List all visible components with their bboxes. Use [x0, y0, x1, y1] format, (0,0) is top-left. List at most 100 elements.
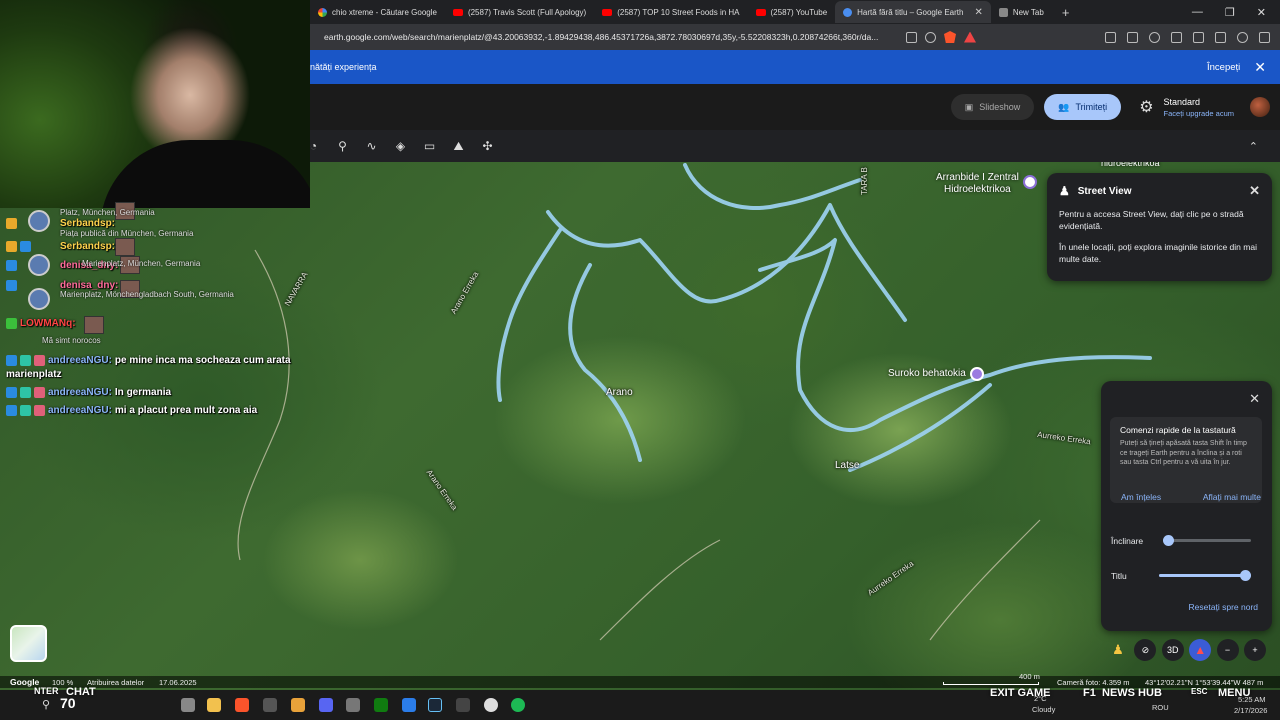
brave-rewards-icon[interactable] [964, 31, 976, 43]
heading-slider-knob[interactable] [1240, 570, 1251, 581]
avatar[interactable] [1250, 97, 1270, 117]
minimize-icon[interactable]: — [1192, 6, 1203, 19]
discord-icon[interactable] [319, 698, 333, 712]
close-shortcuts-icon[interactable]: ✕ [1249, 391, 1260, 407]
new-tab-button[interactable]: + [1062, 5, 1070, 20]
poi-label-suroko[interactable]: Suroko behatokia [888, 368, 966, 379]
share-button[interactable]: 👥 Trimiteți [1044, 94, 1122, 120]
task-view-icon[interactable] [181, 698, 195, 712]
app-icon[interactable] [291, 698, 305, 712]
tab-youtube-3[interactable]: (2587) YouTube [748, 1, 836, 23]
map-controls: ♟ ⊘ 3D ▲ − + [1101, 638, 1272, 662]
pegman-icon[interactable]: ♟ [1107, 639, 1129, 661]
collapse-chevron-icon[interactable]: ⌃ [1249, 140, 1258, 153]
start-button[interactable]: Începeți [1207, 62, 1240, 73]
windows-taskbar: NTER CHAT ⚲ 70 EXIT GAME F1 NEWS HUB ESC… [0, 686, 1280, 720]
plan-info[interactable]: Standard Faceți upgrade acum [1164, 97, 1234, 118]
app-icon[interactable] [402, 698, 416, 712]
tab-youtube-2[interactable]: (2587) TOP 10 Street Foods in HA [594, 1, 747, 23]
media-icon[interactable] [1149, 31, 1160, 43]
add-path-icon[interactable]: ∿ [365, 139, 378, 153]
close-banner-icon[interactable]: ✕ [1254, 59, 1266, 76]
earth-icon [843, 7, 853, 17]
badge-icon [34, 387, 45, 398]
reset-north-button[interactable]: Resetați spre nord [1189, 602, 1258, 612]
streamer-webcam [0, 0, 310, 208]
learn-more-link[interactable]: Aflați mai multe [1203, 492, 1261, 502]
add-polygon-icon[interactable]: ◈ [394, 139, 407, 153]
overlay-score: 70 [60, 695, 76, 711]
restore-icon[interactable]: ❐ [1225, 6, 1235, 19]
close-tab-icon[interactable]: ✕ [974, 7, 982, 18]
tab-google-earth[interactable]: Hartă fără titlu – Google Earth ✕ [835, 1, 991, 23]
heading-slider[interactable] [1159, 570, 1251, 581]
power-plant-poi-icon[interactable] [1023, 175, 1037, 189]
extensions-icon[interactable] [1105, 31, 1116, 43]
app-icon[interactable] [346, 698, 360, 712]
app-icon[interactable] [456, 698, 470, 712]
keyboard-language[interactable]: ROU [1152, 703, 1169, 712]
badge-icon [6, 218, 17, 229]
earth-header: ▣ Slideshow 👥 Trimiteți ⚙ Standard Faceți … [310, 84, 1280, 130]
wallet-icon[interactable] [1193, 31, 1204, 43]
overlay-f1-key: F1 [1083, 687, 1096, 699]
steam-icon[interactable] [428, 698, 442, 712]
vpn-icon[interactable] [1237, 31, 1248, 43]
tab-google-search[interactable]: chio xtreme - Căutare Google [310, 1, 445, 23]
got-it-button[interactable]: Am înțeles [1121, 492, 1161, 502]
weather-status[interactable]: Cloudy [1032, 705, 1055, 714]
satellite-icon[interactable]: ✣ [481, 139, 494, 153]
tilt-slider[interactable] [1163, 535, 1251, 546]
compass-icon[interactable]: ▲ [1189, 639, 1212, 661]
cast-icon[interactable] [906, 31, 917, 43]
menu-icon[interactable] [1259, 31, 1270, 43]
brave-shields-icon[interactable] [944, 31, 956, 43]
app-icon[interactable] [484, 698, 498, 712]
tilt-slider-knob[interactable] [1163, 535, 1174, 546]
search-icon[interactable]: ⚲ [42, 698, 50, 711]
street-view-title: Street View [1077, 185, 1132, 197]
measure-icon[interactable]: ▭ [423, 139, 436, 153]
close-street-view-icon[interactable]: ✕ [1249, 183, 1260, 199]
leo-ai-icon[interactable] [1215, 31, 1226, 43]
slideshow-button[interactable]: ▣ Slideshow [950, 94, 1035, 120]
badge-icon [20, 387, 31, 398]
place-label-latse[interactable]: Latse [835, 460, 859, 471]
clock-time[interactable]: 5:25 AM [1238, 695, 1266, 704]
scale-bar [943, 682, 1039, 685]
poi-label-arranbide[interactable]: Arranbide I Zentral [936, 172, 1019, 183]
map-style-thumbnail[interactable] [10, 625, 47, 662]
spotify-icon[interactable] [511, 698, 525, 712]
address-bar: earth.google.com/web/search/marienplatz/… [310, 24, 1280, 50]
brave-browser-icon[interactable] [235, 698, 249, 712]
stream-chat-overlay: Platz, München, Germania Serbandsp: Piaț… [0, 202, 330, 428]
place-label-arano[interactable]: Arano [606, 387, 633, 398]
people-icon: 👥 [1058, 101, 1070, 112]
road-highlight [496, 228, 562, 402]
3d-toggle-button[interactable]: 3D [1161, 639, 1184, 661]
viewpoint-poi-icon[interactable] [970, 367, 984, 381]
zoom-out-button[interactable]: − [1216, 639, 1239, 661]
scale-label: 400 m [1019, 672, 1040, 681]
tab-new-tab[interactable]: New Tab [991, 1, 1052, 23]
url-field[interactable]: earth.google.com/web/search/marienplatz/… [324, 32, 884, 42]
weather-temp[interactable]: 2°C [1034, 694, 1047, 703]
add-placemark-icon[interactable]: ⚲ [336, 139, 349, 153]
file-explorer-icon[interactable] [207, 698, 221, 712]
chat-line-continuation: marienplatz [6, 369, 62, 380]
xbox-icon[interactable] [374, 698, 388, 712]
poi-label-hidroelektrikoa[interactable]: Hidroelektrikoa [944, 184, 1011, 195]
add-photo-icon[interactable]: ⛰ [452, 139, 465, 153]
share-icon[interactable] [925, 31, 936, 43]
app-icon[interactable] [263, 698, 277, 712]
location-off-icon[interactable]: ⊘ [1134, 639, 1157, 661]
screenshot-icon[interactable] [1127, 31, 1138, 43]
close-window-icon[interactable]: ✕ [1257, 6, 1266, 19]
badge-icon [20, 241, 31, 252]
zoom-in-button[interactable]: + [1243, 639, 1266, 661]
heading-slider-fill [1159, 574, 1251, 577]
settings-gear-icon[interactable]: ⚙ [1139, 97, 1153, 117]
tab-youtube-1[interactable]: (2587) Travis Scott (Full Apology) [445, 1, 594, 23]
clock-date[interactable]: 2/17/2026 [1234, 706, 1267, 715]
sidebar-icon[interactable] [1171, 31, 1182, 43]
